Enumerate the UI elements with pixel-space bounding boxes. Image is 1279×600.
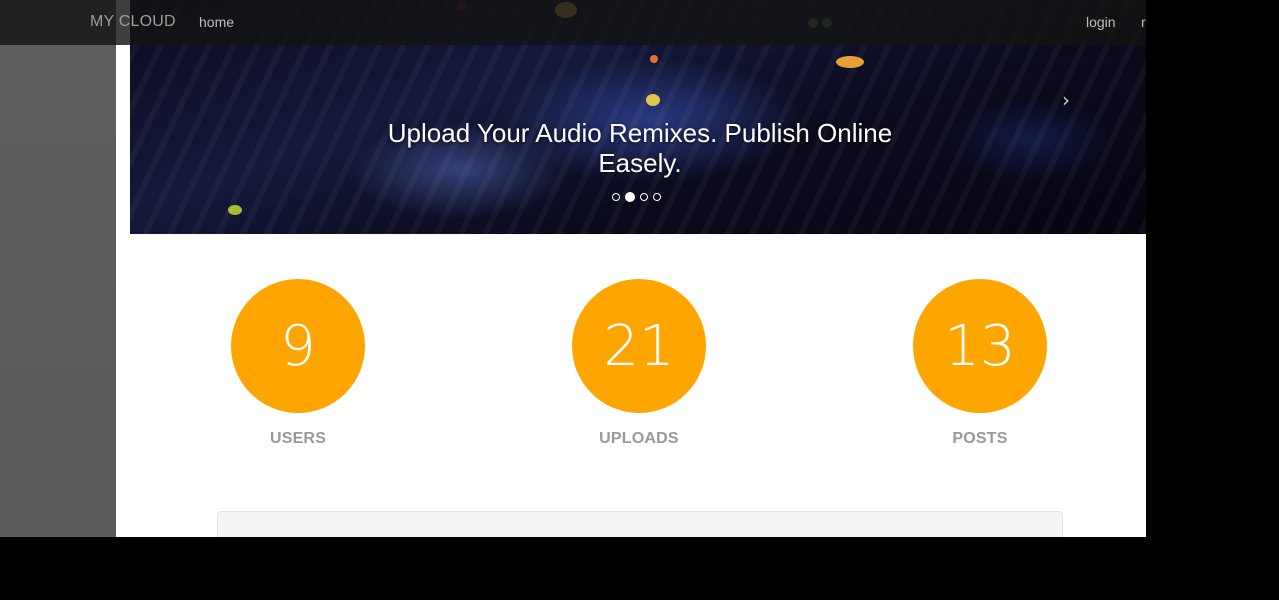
- mixer-light: [228, 205, 242, 215]
- stat-label: UPLOADS: [599, 430, 679, 447]
- chevron-right-icon[interactable]: ›: [1062, 88, 1070, 112]
- nav-link-login[interactable]: login: [1086, 14, 1116, 30]
- mixer-light: [650, 55, 658, 63]
- top-navbar: MY CLOUD home login r: [0, 0, 1146, 45]
- brand-logo[interactable]: MY CLOUD: [90, 13, 176, 31]
- stat-circle: 9: [231, 279, 365, 413]
- side-panel: [0, 0, 116, 537]
- carousel-indicator[interactable]: [653, 193, 661, 201]
- browser-viewport: Upload Your Audio Remixes. Publish Onlin…: [0, 0, 1146, 537]
- stat-posts: 13 POSTS: [900, 279, 1060, 448]
- carousel-indicator[interactable]: [640, 193, 648, 201]
- nav-link-home[interactable]: home: [199, 14, 234, 30]
- stat-users: 9 USERS: [218, 279, 378, 448]
- content-panel: [217, 511, 1063, 537]
- mixer-light: [836, 56, 864, 68]
- stat-circle: 21: [572, 279, 706, 413]
- stat-label: POSTS: [952, 430, 1008, 447]
- carousel-indicator[interactable]: [612, 193, 620, 201]
- carousel-indicator-active[interactable]: [625, 192, 635, 202]
- stat-circle: 13: [913, 279, 1047, 413]
- nav-link-register[interactable]: r: [1141, 14, 1146, 30]
- carousel-caption: Upload Your Audio Remixes. Publish Onlin…: [387, 118, 893, 178]
- stat-label: USERS: [269, 430, 327, 447]
- carousel-indicators: [612, 192, 661, 202]
- stat-uploads: 21 UPLOADS: [559, 279, 719, 448]
- mixer-light: [646, 94, 660, 106]
